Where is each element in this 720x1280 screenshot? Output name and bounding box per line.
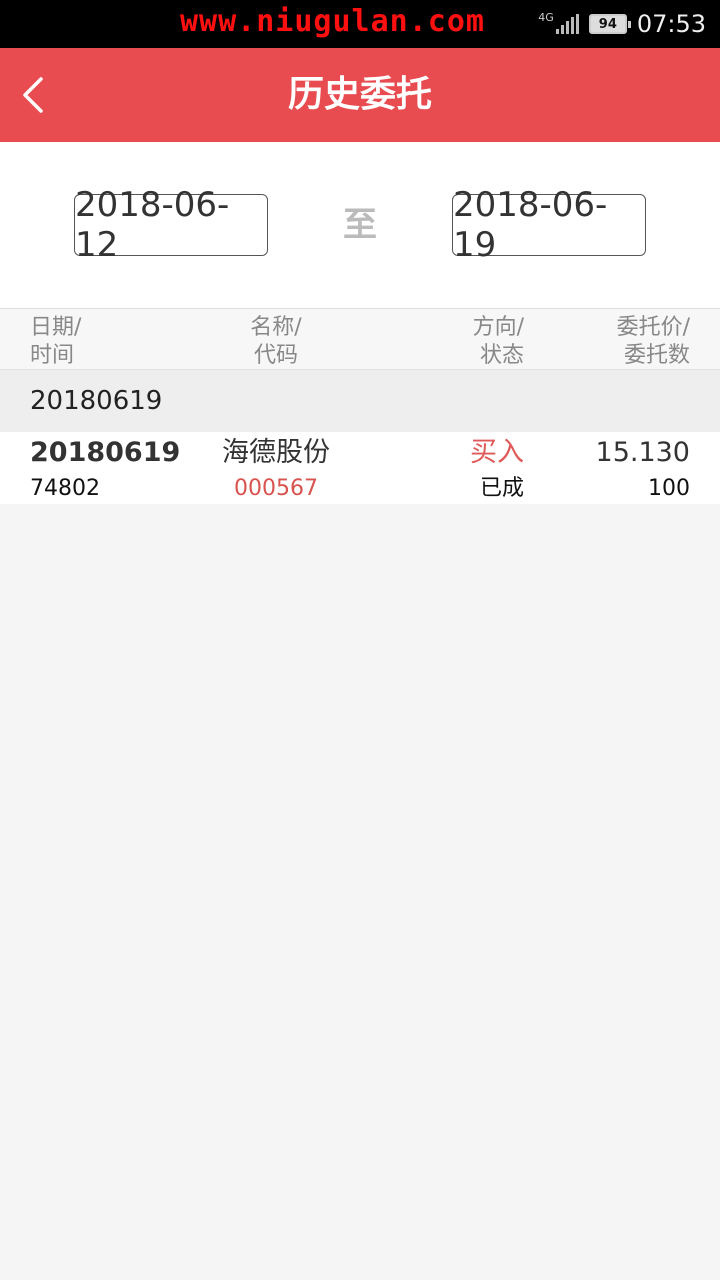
watermark-text: www.niugulan.com xyxy=(180,4,485,39)
column-header-date-line1: 日期/ xyxy=(30,315,82,340)
start-date-picker[interactable]: 2018-06-12 xyxy=(74,185,268,265)
column-header-name-line1: 名称/ xyxy=(250,315,302,340)
order-price: 15.130 xyxy=(595,437,690,468)
status-bar: www.niugulan.com 4G 94 07:53 xyxy=(0,0,720,48)
table-header: 日期/ 时间 名称/ 代码 方向/ 状态 委托价/ 委托数 xyxy=(0,308,720,370)
status-icons: 4G 94 07:53 xyxy=(538,0,706,48)
page-title: 历史委托 xyxy=(287,74,432,115)
stock-code: 000567 xyxy=(234,476,318,501)
column-header-name-line2: 代码 xyxy=(253,343,298,368)
stock-name: 海德股份 xyxy=(222,437,330,468)
column-header-date: 日期/ 时间 xyxy=(30,314,81,370)
column-header-price-line2: 委托数 xyxy=(623,343,690,368)
battery-level: 94 xyxy=(598,16,617,32)
date-range-panel: 2018-06-12 至 2018-06-19 xyxy=(0,142,720,308)
order-time: 74802 xyxy=(30,476,100,501)
back-button[interactable] xyxy=(8,70,58,120)
column-header-price: 委托价/ 委托数 xyxy=(617,314,690,370)
date-group-header: 20180619 xyxy=(0,370,720,432)
end-date-picker[interactable]: 2018-06-19 xyxy=(452,185,646,265)
status-time: 07:53 xyxy=(636,10,706,38)
column-header-direction: 方向/ 状态 xyxy=(473,314,524,370)
order-direction: 买入 xyxy=(470,437,524,468)
network-type: 4G xyxy=(538,10,554,24)
order-status: 已成 xyxy=(479,476,524,501)
chevron-left-icon xyxy=(23,77,43,113)
signal-icon xyxy=(555,14,579,34)
order-quantity: 100 xyxy=(648,476,690,501)
column-header-direction-line1: 方向/ xyxy=(472,315,524,340)
column-header-date-line2: 时间 xyxy=(30,343,75,368)
order-date: 20180619 xyxy=(30,437,181,468)
column-header-direction-line2: 状态 xyxy=(479,343,524,368)
column-header-price-line1: 委托价/ xyxy=(616,315,690,340)
title-bar: 历史委托 xyxy=(0,48,720,142)
date-range-separator: 至 xyxy=(343,205,377,245)
battery-icon: 94 xyxy=(588,14,631,34)
table-row[interactable]: 20180619 74802 海德股份 000567 买入 已成 15.130 … xyxy=(0,432,720,504)
column-header-name: 名称/ 代码 xyxy=(176,314,376,370)
